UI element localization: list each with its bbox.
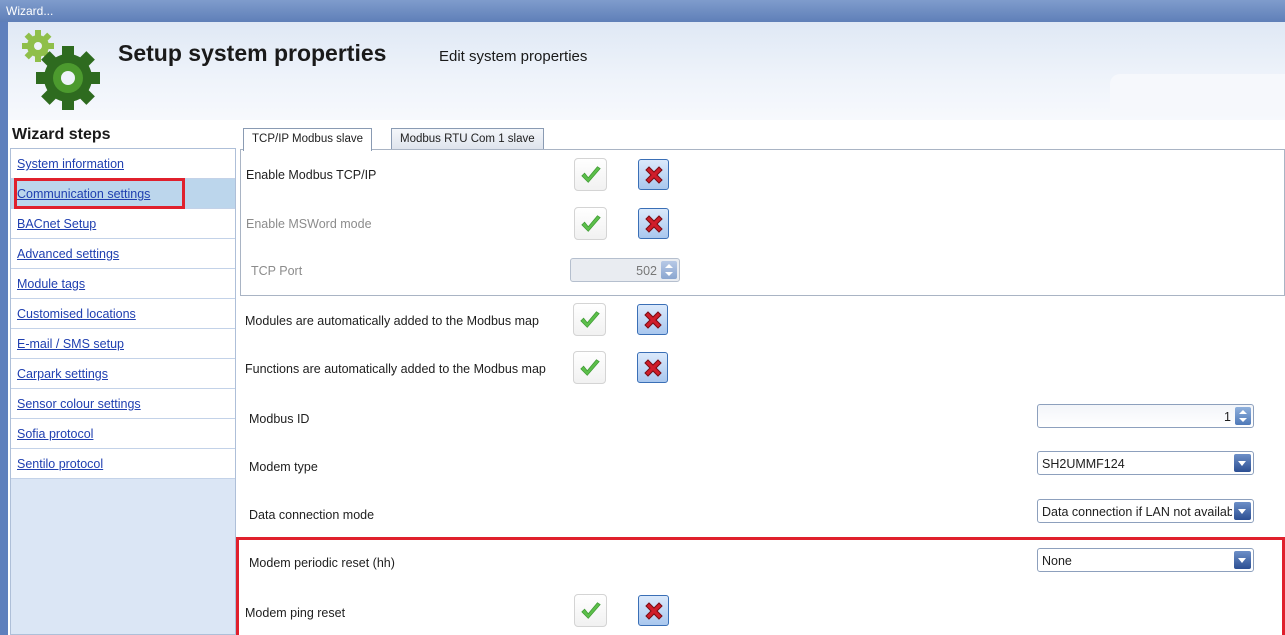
modules-auto-label: Modules are automatically added to the M… xyxy=(245,314,539,328)
cross-icon xyxy=(642,599,666,623)
check-icon xyxy=(579,309,601,331)
ping-reset-yes-button[interactable] xyxy=(574,594,607,627)
check-icon xyxy=(580,600,602,622)
step-label[interactable]: Sofia protocol xyxy=(17,427,93,441)
data-connection-select[interactable]: Data connection if LAN not available xyxy=(1037,499,1254,523)
modules-auto-no-button[interactable] xyxy=(637,304,668,335)
step-customised-locations[interactable]: Customised locations xyxy=(11,299,235,329)
check-icon xyxy=(579,357,601,379)
cross-icon xyxy=(641,356,665,380)
ping-reset-label: Modem ping reset xyxy=(245,606,346,620)
enable-modbus-no-button[interactable] xyxy=(638,159,669,190)
tcpip-panel xyxy=(240,149,1285,296)
page-title: Setup system properties xyxy=(118,40,387,66)
gears-icon xyxy=(22,30,100,116)
header-panel xyxy=(1110,74,1285,116)
tcp-port-value: 502 xyxy=(636,264,657,278)
window-title: Wizard... xyxy=(6,4,54,18)
data-connection-value: Data connection if LAN not available xyxy=(1042,505,1232,519)
step-label[interactable]: Customised locations xyxy=(17,307,136,321)
modbus-id-stepper[interactable]: 1 xyxy=(1037,404,1254,428)
tcp-port-label: TCP Port xyxy=(251,264,303,278)
window-frame-left xyxy=(0,22,8,635)
step-label[interactable]: BACnet Setup xyxy=(17,217,96,231)
step-bacnet-setup[interactable]: BACnet Setup xyxy=(11,209,235,239)
modem-type-value: SH2UMMF124 xyxy=(1042,457,1125,471)
modbus-id-value: 1 xyxy=(1224,410,1231,424)
check-icon xyxy=(580,213,602,235)
cross-icon xyxy=(642,212,666,236)
check-icon xyxy=(580,164,602,186)
chevron-down-icon[interactable] xyxy=(1234,551,1251,569)
enable-msword-label: Enable MSWord mode xyxy=(246,217,372,231)
step-carpark-settings[interactable]: Carpark settings xyxy=(11,359,235,389)
step-sensor-colour-settings[interactable]: Sensor colour settings xyxy=(11,389,235,419)
spin-arrows-icon[interactable] xyxy=(1235,407,1251,425)
tab-modbus-rtu-com1-slave[interactable]: Modbus RTU Com 1 slave xyxy=(391,128,544,150)
step-label[interactable]: System information xyxy=(17,157,124,171)
step-label[interactable]: Sensor colour settings xyxy=(17,397,141,411)
step-sofia-protocol[interactable]: Sofia protocol xyxy=(11,419,235,449)
modem-reset-label: Modem periodic reset (hh) xyxy=(249,556,395,570)
window-titlebar: Wizard... xyxy=(0,0,1285,22)
functions-auto-yes-button[interactable] xyxy=(573,351,606,384)
tab-tcpip-modbus-slave[interactable]: TCP/IP Modbus slave xyxy=(243,128,373,151)
step-module-tags[interactable]: Module tags xyxy=(11,269,235,299)
data-connection-label: Data connection mode xyxy=(249,508,375,522)
functions-auto-label: Functions are automatically added to the… xyxy=(245,362,546,376)
spin-arrows-icon[interactable] xyxy=(661,261,677,279)
cross-icon xyxy=(642,163,666,187)
functions-auto-no-button[interactable] xyxy=(637,352,668,383)
enable-modbus-label: Enable Modbus TCP/IP xyxy=(246,168,377,182)
wizard-steps-title: Wizard steps xyxy=(12,126,111,143)
wizard-steps-list: System information Communication setting… xyxy=(10,148,236,635)
modbus-id-label: Modbus ID xyxy=(249,412,310,426)
wizard-header xyxy=(8,22,1285,120)
enable-modbus-yes-button[interactable] xyxy=(574,158,607,191)
step-label[interactable]: Advanced settings xyxy=(17,247,119,261)
modem-type-select[interactable]: SH2UMMF124 xyxy=(1037,451,1254,475)
modules-auto-yes-button[interactable] xyxy=(573,303,606,336)
chevron-down-icon[interactable] xyxy=(1234,454,1251,472)
ping-reset-no-button[interactable] xyxy=(638,595,669,626)
cross-icon xyxy=(641,308,665,332)
step-email-sms-setup[interactable]: E-mail / SMS setup xyxy=(11,329,235,359)
modem-type-label: Modem type xyxy=(249,460,318,474)
step-system-information[interactable]: System information xyxy=(11,149,235,179)
highlight-communication-settings xyxy=(14,178,185,209)
step-label[interactable]: Carpark settings xyxy=(17,367,108,381)
enable-msword-no-button[interactable] xyxy=(638,208,669,239)
page-subtitle: Edit system properties xyxy=(439,48,588,65)
step-sentilo-protocol[interactable]: Sentilo protocol xyxy=(11,449,235,479)
enable-msword-yes-button[interactable] xyxy=(574,207,607,240)
step-label[interactable]: Sentilo protocol xyxy=(17,457,103,471)
step-label[interactable]: E-mail / SMS setup xyxy=(17,337,124,351)
modem-reset-select[interactable]: None xyxy=(1037,548,1254,572)
tcp-port-stepper[interactable]: 502 xyxy=(570,258,680,282)
modem-reset-value: None xyxy=(1042,554,1072,568)
step-advanced-settings[interactable]: Advanced settings xyxy=(11,239,235,269)
chevron-down-icon[interactable] xyxy=(1234,502,1251,520)
step-label[interactable]: Module tags xyxy=(17,277,85,291)
